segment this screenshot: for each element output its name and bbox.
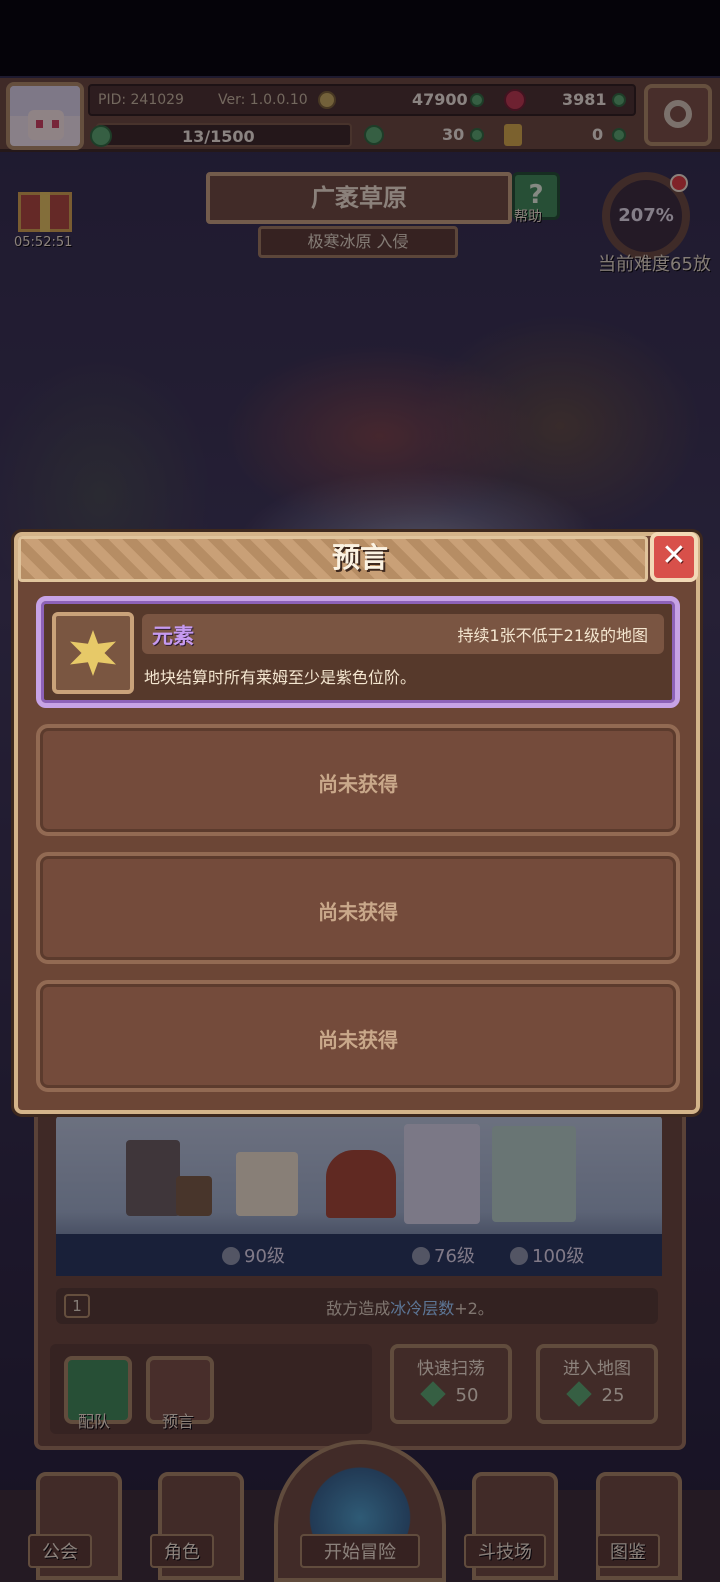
close-button[interactable]: ✕ [650, 532, 698, 582]
close-icon: ✕ [661, 538, 687, 573]
prophecy-slot-label: 尚未获得 [318, 900, 398, 924]
prophecy-slot-label: 尚未获得 [318, 1028, 398, 1052]
prophecy-slot-label: 尚未获得 [318, 772, 398, 796]
prophecy-card-icon [52, 612, 134, 694]
prophecy-name: 元素 [152, 624, 194, 648]
prophecy-condition: 持续1张不低于21级的地图 [457, 626, 648, 645]
star-icon [70, 630, 116, 676]
prophecy-description: 地块结算时所有莱姆至少是紫色位阶。 [144, 668, 417, 687]
modal-title: 预言 [331, 541, 388, 574]
